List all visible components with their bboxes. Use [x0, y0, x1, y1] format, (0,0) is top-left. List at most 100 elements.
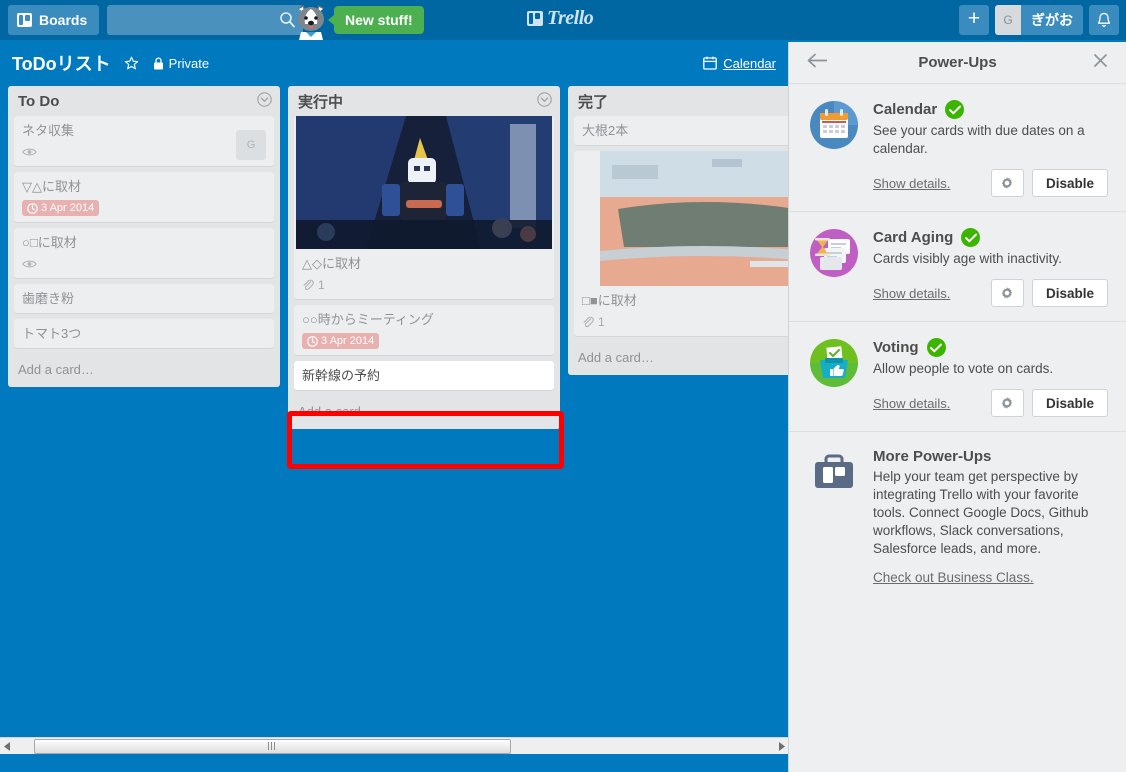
- board-card[interactable]: 新幹線の予約: [294, 361, 554, 390]
- notifications-button[interactable]: [1089, 5, 1119, 35]
- trello-logo-icon: [527, 11, 543, 26]
- more-power-ups-description: Help your team get perspective by integr…: [873, 469, 1089, 556]
- trello-logo[interactable]: Trello: [527, 7, 594, 30]
- power-ups-header: Power-Ups: [789, 42, 1126, 84]
- briefcase-icon: [815, 454, 853, 488]
- list-title[interactable]: 完了: [578, 91, 608, 112]
- board-horizontal-scrollbar[interactable]: [0, 737, 788, 754]
- gear-icon: [1002, 397, 1013, 409]
- power-up-description: Allow people to vote on cards.: [873, 361, 1054, 376]
- card-member-avatar[interactable]: G: [236, 130, 266, 160]
- show-details-link[interactable]: Show details.: [873, 286, 950, 301]
- add-card-button[interactable]: Add a card…: [288, 396, 560, 423]
- card-badges: 3 Apr 2014: [22, 200, 266, 216]
- paperclip-icon: [302, 279, 314, 291]
- disable-button[interactable]: Disable: [1031, 169, 1108, 197]
- scrollbar-track[interactable]: [14, 738, 774, 755]
- back-button[interactable]: [807, 53, 828, 73]
- board-card[interactable]: ○○時からミーティング 3 Apr 2014: [294, 305, 554, 355]
- new-stuff-badge[interactable]: New stuff!: [328, 6, 424, 34]
- board-card[interactable]: ネタ収集 G: [14, 116, 274, 166]
- board-header: ToDoリスト Private Calendar: [0, 40, 788, 86]
- search-input[interactable]: [107, 5, 304, 35]
- star-icon[interactable]: [124, 56, 139, 71]
- show-details-link[interactable]: Show details.: [873, 396, 950, 411]
- scroll-left-arrow-icon[interactable]: [0, 738, 14, 755]
- power-up-buttons: Disable: [990, 389, 1108, 417]
- gear-icon: [1002, 287, 1013, 299]
- disable-button[interactable]: Disable: [1031, 279, 1108, 307]
- board-card[interactable]: 歯磨き粉: [14, 284, 274, 313]
- bell-icon: [1098, 12, 1110, 27]
- card-badges: [22, 144, 266, 160]
- attachment-count: 1: [318, 278, 325, 292]
- scroll-right-arrow-icon[interactable]: [774, 738, 788, 755]
- avatar: G: [995, 5, 1021, 35]
- power-up-name: Voting: [873, 339, 919, 356]
- power-ups-list: Calendar See your cards with due dates o…: [789, 84, 1126, 601]
- board-icon: [17, 13, 32, 27]
- disable-button[interactable]: Disable: [1031, 389, 1108, 417]
- show-details-link[interactable]: Show details.: [873, 176, 950, 191]
- eye-icon: [22, 147, 37, 157]
- trello-app: Boards New stuff! Trello + G ぎがお ToDoリスト…: [0, 0, 1126, 772]
- card-title: 歯磨き粉: [22, 291, 75, 306]
- business-class-link[interactable]: Check out Business Class.: [873, 570, 1034, 585]
- due-date-badge: 3 Apr 2014: [302, 333, 380, 349]
- settings-button[interactable]: [990, 389, 1024, 417]
- add-card-button[interactable]: Add a card…: [8, 354, 280, 381]
- due-date-badge: 3 Apr 2014: [22, 200, 100, 216]
- power-up-body: Card Aging Cards visibly age with inacti…: [873, 228, 1108, 307]
- boards-button[interactable]: Boards: [8, 5, 100, 35]
- power-up-buttons: Disable: [990, 279, 1108, 307]
- card-cover-image: [296, 116, 552, 249]
- power-ups-title: Power-Ups: [918, 54, 997, 71]
- lock-icon: [153, 56, 163, 69]
- boards-button-label: Boards: [39, 12, 88, 28]
- power-up-actions: Show details. Disable: [873, 279, 1108, 307]
- trello-logo-text: Trello: [547, 7, 594, 29]
- board-card[interactable]: △◇に取材 1: [294, 116, 554, 299]
- power-up-name-row: Card Aging: [873, 228, 1108, 247]
- check-circle-icon: [945, 100, 965, 119]
- arrow-left-icon: [807, 53, 827, 67]
- member-name: ぎがお: [1031, 12, 1073, 28]
- list-cards: ネタ収集 G ▽△に取材 3 Apr 2014 ○□に取材 歯磨き粉 トマト3つ: [8, 116, 280, 348]
- card-title: ネタ収集: [22, 123, 75, 138]
- board-card[interactable]: ○□に取材: [14, 228, 274, 278]
- calendar-view-label: Calendar: [723, 55, 776, 71]
- board-visibility[interactable]: Private: [153, 56, 209, 71]
- board-card[interactable]: トマト3つ: [14, 319, 274, 348]
- new-stuff-label: New stuff!: [345, 12, 413, 28]
- settings-button[interactable]: [990, 279, 1024, 307]
- card-title: 新幹線の予約: [302, 368, 381, 383]
- due-date-text: 3 Apr 2014: [41, 202, 95, 214]
- list-header: To Do: [8, 86, 280, 116]
- member-menu-button[interactable]: G ぎがお: [995, 5, 1083, 35]
- calendar-view-button[interactable]: Calendar: [703, 56, 776, 71]
- power-up-body: Voting Allow people to vote on cards. Sh…: [873, 338, 1108, 417]
- card-badges: 1: [302, 277, 546, 293]
- gear-icon: [1002, 177, 1013, 189]
- header-right-actions: + G ぎがお: [959, 5, 1119, 35]
- power-up-actions: Show details. Disable: [873, 169, 1108, 197]
- board-title: ToDoリスト: [12, 54, 111, 74]
- husky-mascot-icon: [298, 5, 324, 40]
- list-title[interactable]: To Do: [18, 93, 59, 110]
- power-ups-panel: Power-Ups Calendar See your cards with d…: [788, 42, 1126, 772]
- close-button[interactable]: [1093, 53, 1108, 73]
- scrollbar-thumb[interactable]: [34, 738, 511, 754]
- power-up-body: Calendar See your cards with due dates o…: [873, 100, 1108, 197]
- add-button[interactable]: +: [959, 5, 989, 35]
- more-power-ups-body: More Power-Ups Help your team get perspe…: [873, 448, 1108, 587]
- board-card[interactable]: ▽△に取材 3 Apr 2014: [14, 172, 274, 222]
- power-up-description: See your cards with due dates on a calen…: [873, 123, 1085, 156]
- chevron-down-circle-icon[interactable]: [257, 92, 272, 111]
- chevron-down-circle-icon[interactable]: [537, 92, 552, 111]
- list-title[interactable]: 実行中: [298, 91, 343, 112]
- watch-badge: [22, 147, 37, 157]
- power-up-name-row: Voting: [873, 338, 1108, 357]
- search-container: [107, 5, 304, 35]
- settings-button[interactable]: [990, 169, 1024, 197]
- check-circle-icon: [961, 228, 981, 247]
